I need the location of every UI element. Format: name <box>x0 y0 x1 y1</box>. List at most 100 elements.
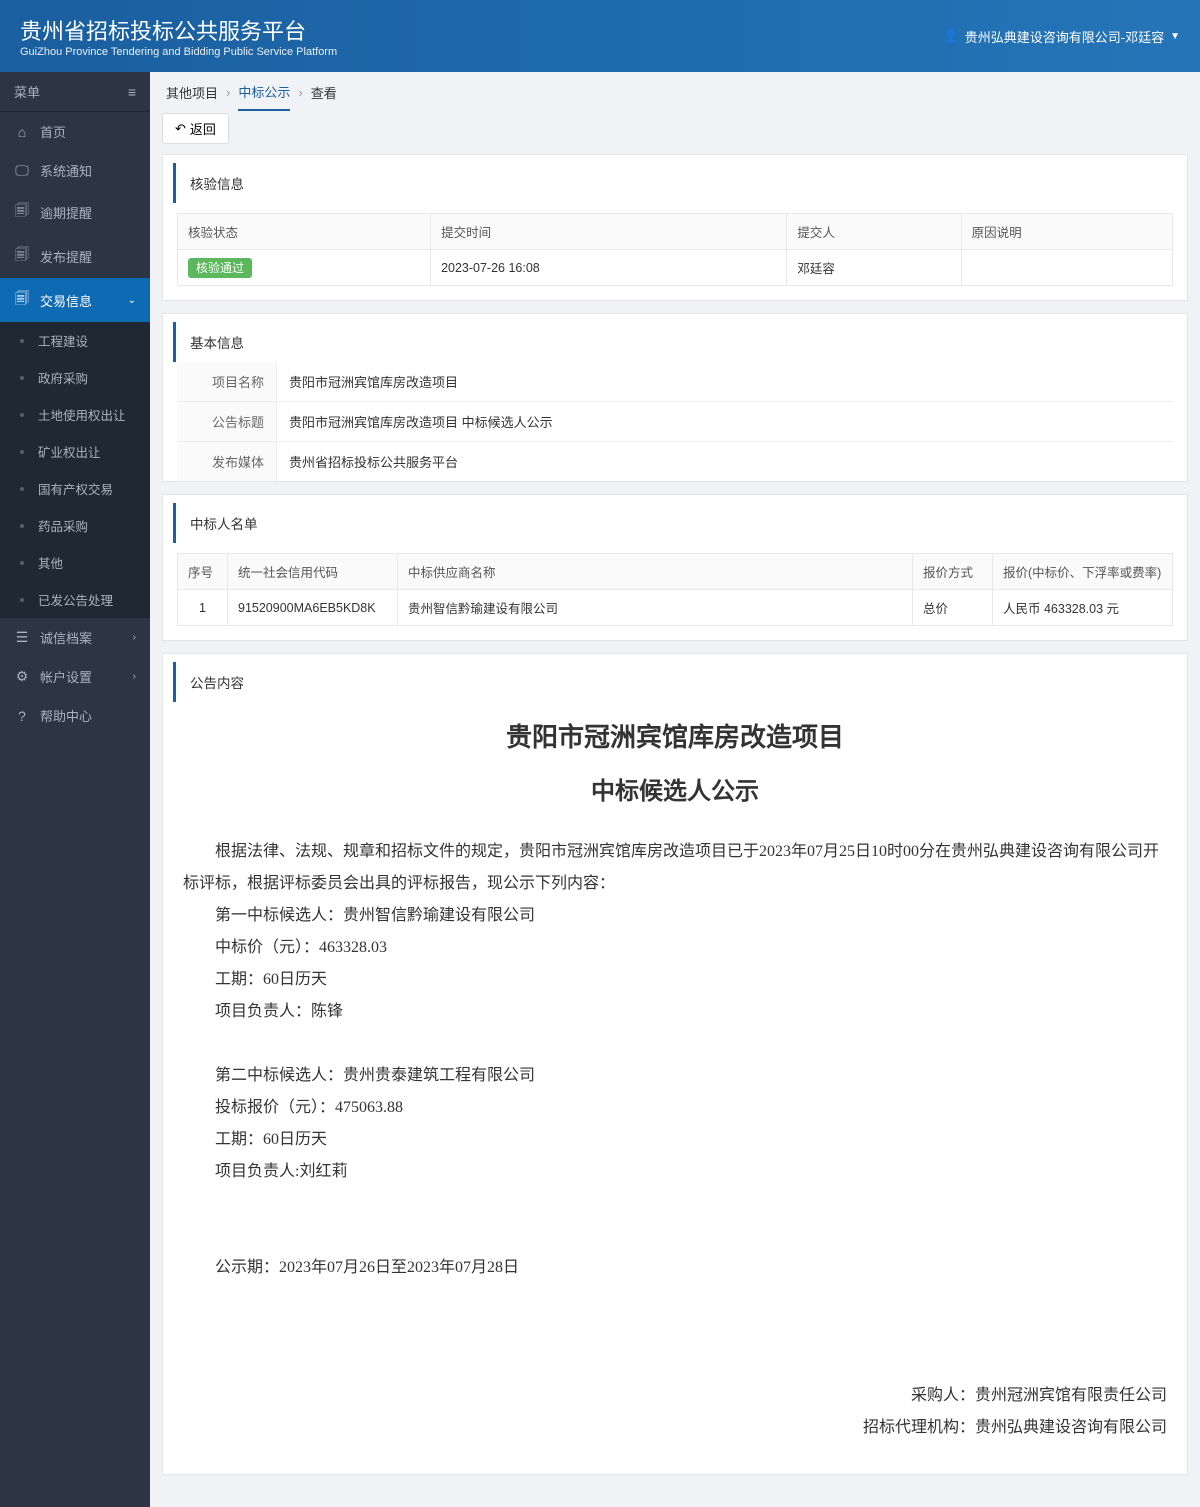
announce-line: 工期：60日历天 <box>183 964 1167 996</box>
th: 统一社会信用代码 <box>228 554 398 590</box>
sidebar-item-trade[interactable]: 🗐交易信息⌄ <box>0 278 150 322</box>
help-icon: ? <box>14 708 30 724</box>
cell: 贵州智信黔瑜建设有限公司 <box>398 590 913 626</box>
status-badge: 核验通过 <box>188 258 252 278</box>
panel-title: 核验信息 <box>173 163 1187 203</box>
user-icon: 👤 <box>943 28 959 44</box>
th: 中标供应商名称 <box>398 554 913 590</box>
info-value: 贵阳市冠洲宾馆库房改造项目 中标候选人公示 <box>277 402 1173 441</box>
winners-table: 序号 统一社会信用代码 中标供应商名称 报价方式 报价(中标价、下浮率或费率) … <box>177 553 1173 626</box>
info-row: 发布媒体贵州省招标投标公共服务平台 <box>177 442 1173 481</box>
announce-line: 项目负责人:刘红莉 <box>183 1156 1167 1188</box>
user-name: 贵州弘典建设咨询有限公司-邓廷容 <box>965 27 1164 46</box>
chevron-down-icon: ⌄ <box>128 295 136 306</box>
panel-title: 中标人名单 <box>173 503 1187 543</box>
announce-line: 投标报价（元）：475063.88 <box>183 1092 1167 1124</box>
home-icon: ⌂ <box>14 124 30 140</box>
sidebar-item-account[interactable]: ⚙帐户设置› <box>0 657 150 696</box>
sidebar-subitem[interactable]: 已发公告处理 <box>0 581 150 618</box>
sidebar-item-label: 发布提醒 <box>40 247 92 266</box>
th: 报价方式 <box>913 554 993 590</box>
hamburger-icon[interactable]: ≡ <box>128 84 136 100</box>
sidebar-item-label: 帐户设置 <box>40 667 92 686</box>
sidebar-item-label: 逾期提醒 <box>40 203 92 222</box>
cell: 91520900MA6EB5KD8K <box>228 590 398 626</box>
announce-h2: 中标候选人公示 <box>183 768 1167 816</box>
back-arrow-icon: ↶ <box>175 121 186 137</box>
th: 核验状态 <box>178 214 431 250</box>
sidebar-item-help[interactable]: ? 帮助中心 <box>0 696 150 735</box>
sidebar-item-label: 首页 <box>40 122 66 141</box>
info-row: 公告标题贵阳市冠洲宾馆库房改造项目 中标候选人公示 <box>177 402 1173 442</box>
cell: 1 <box>178 590 228 626</box>
breadcrumb: 其他项目 › 中标公示 › 查看 <box>162 72 1188 113</box>
app-header: 贵州省招标投标公共服务平台 GuiZhou Province Tendering… <box>0 0 1200 72</box>
announce-buyer: 采购人：贵州冠洲宾馆有限责任公司 <box>183 1380 1167 1412</box>
announce-h1: 贵阳市冠洲宾馆库房改造项目 <box>183 712 1167 764</box>
site-title-cn: 贵州省招标投标公共服务平台 <box>20 14 337 46</box>
announce-intro: 根据法律、法规、规章和招标文件的规定，贵阳市冠洲宾馆库房改造项目已于2023年0… <box>183 836 1167 900</box>
sidebar-item-label: 诚信档案 <box>40 628 92 647</box>
panel-basic: 基本信息 项目名称贵阳市冠洲宾馆库房改造项目 公告标题贵阳市冠洲宾馆库房改造项目… <box>162 313 1188 482</box>
main-content: 其他项目 › 中标公示 › 查看 ↶ 返回 核验信息 核验状态 提交时间 提交人… <box>150 72 1200 1507</box>
sidebar-menu-header: 菜单 ≡ <box>0 72 150 112</box>
info-label: 项目名称 <box>177 362 277 401</box>
header-brand: 贵州省招标投标公共服务平台 GuiZhou Province Tendering… <box>20 14 337 58</box>
breadcrumb-sep: › <box>226 85 230 100</box>
table-row: 核验通过 2023-07-26 16:08 邓廷容 <box>178 250 1173 286</box>
cell: 人民币 463328.03 元 <box>993 590 1173 626</box>
sidebar: 菜单 ≡ ⌂首页 🖵系统通知 🗐逾期提醒 🗐发布提醒 🗐交易信息⌄ 工程建设 政… <box>0 72 150 1507</box>
sidebar-item-home[interactable]: ⌂ 首页 <box>0 112 150 151</box>
cell: 邓廷容 <box>787 250 961 286</box>
announce-line: 第二中标候选人：贵州贵泰建筑工程有限公司 <box>183 1060 1167 1092</box>
sidebar-subitem[interactable]: 矿业权出让 <box>0 433 150 470</box>
th: 提交时间 <box>431 214 787 250</box>
announcement-body: 贵阳市冠洲宾馆库房改造项目 中标候选人公示 根据法律、法规、规章和招标文件的规定… <box>163 702 1187 1474</box>
sidebar-subitem[interactable]: 药品采购 <box>0 507 150 544</box>
menu-label: 菜单 <box>14 82 40 101</box>
panel-winners: 中标人名单 序号 统一社会信用代码 中标供应商名称 报价方式 报价(中标价、下浮… <box>162 494 1188 641</box>
doc-icon: 🗐 <box>14 288 30 312</box>
info-label: 发布媒体 <box>177 442 277 481</box>
sidebar-subitem[interactable]: 国有产权交易 <box>0 470 150 507</box>
user-menu[interactable]: 👤 贵州弘典建设咨询有限公司-邓廷容 ▼ <box>943 27 1180 46</box>
chevron-down-icon: ▼ <box>1170 31 1180 42</box>
th: 提交人 <box>787 214 961 250</box>
th: 原因说明 <box>961 214 1172 250</box>
announce-line: 项目负责人：陈锋 <box>183 996 1167 1028</box>
breadcrumb-sep: › <box>298 85 302 100</box>
list-icon: ☰ <box>14 629 30 646</box>
sidebar-item-overdue[interactable]: 🗐 逾期提醒 <box>0 190 150 234</box>
doc-icon: 🗐 <box>14 200 30 224</box>
cell <box>961 250 1172 286</box>
cell: 总价 <box>913 590 993 626</box>
cell: 2023-07-26 16:08 <box>431 250 787 286</box>
info-value: 贵阳市冠洲宾馆库房改造项目 <box>277 362 1173 401</box>
info-value: 贵州省招标投标公共服务平台 <box>277 442 1173 481</box>
panel-verify: 核验信息 核验状态 提交时间 提交人 原因说明 核验通过 2023-07-26 … <box>162 154 1188 301</box>
announce-line: 中标价（元）：463328.03 <box>183 932 1167 964</box>
panel-content: 公告内容 贵阳市冠洲宾馆库房改造项目 中标候选人公示 根据法律、法规、规章和招标… <box>162 653 1188 1475</box>
breadcrumb-item[interactable]: 其他项目 <box>166 83 218 102</box>
gear-icon: ⚙ <box>14 668 30 685</box>
sidebar-subitem[interactable]: 政府采购 <box>0 359 150 396</box>
panel-title: 公告内容 <box>173 662 1187 702</box>
sidebar-subitem[interactable]: 工程建设 <box>0 322 150 359</box>
site-title-en: GuiZhou Province Tendering and Bidding P… <box>20 46 337 58</box>
sidebar-subitem[interactable]: 其他 <box>0 544 150 581</box>
announce-line: 工期：60日历天 <box>183 1124 1167 1156</box>
announce-line: 第一中标候选人：贵州智信黔瑜建设有限公司 <box>183 900 1167 932</box>
th: 序号 <box>178 554 228 590</box>
sidebar-subitem[interactable]: 土地使用权出让 <box>0 396 150 433</box>
breadcrumb-item: 查看 <box>311 83 337 102</box>
sidebar-item-notice[interactable]: 🖵系统通知 <box>0 151 150 190</box>
table-row: 1 91520900MA6EB5KD8K 贵州智信黔瑜建设有限公司 总价 人民币… <box>178 590 1173 626</box>
sidebar-item-credit[interactable]: ☰诚信档案› <box>0 618 150 657</box>
back-button[interactable]: ↶ 返回 <box>162 113 229 144</box>
breadcrumb-item[interactable]: 中标公示 <box>238 82 290 111</box>
panel-title: 基本信息 <box>173 322 1187 362</box>
info-label: 公告标题 <box>177 402 277 441</box>
sidebar-item-publish[interactable]: 🗐发布提醒 <box>0 234 150 278</box>
sidebar-item-label: 帮助中心 <box>40 706 92 725</box>
monitor-icon: 🖵 <box>14 162 30 179</box>
